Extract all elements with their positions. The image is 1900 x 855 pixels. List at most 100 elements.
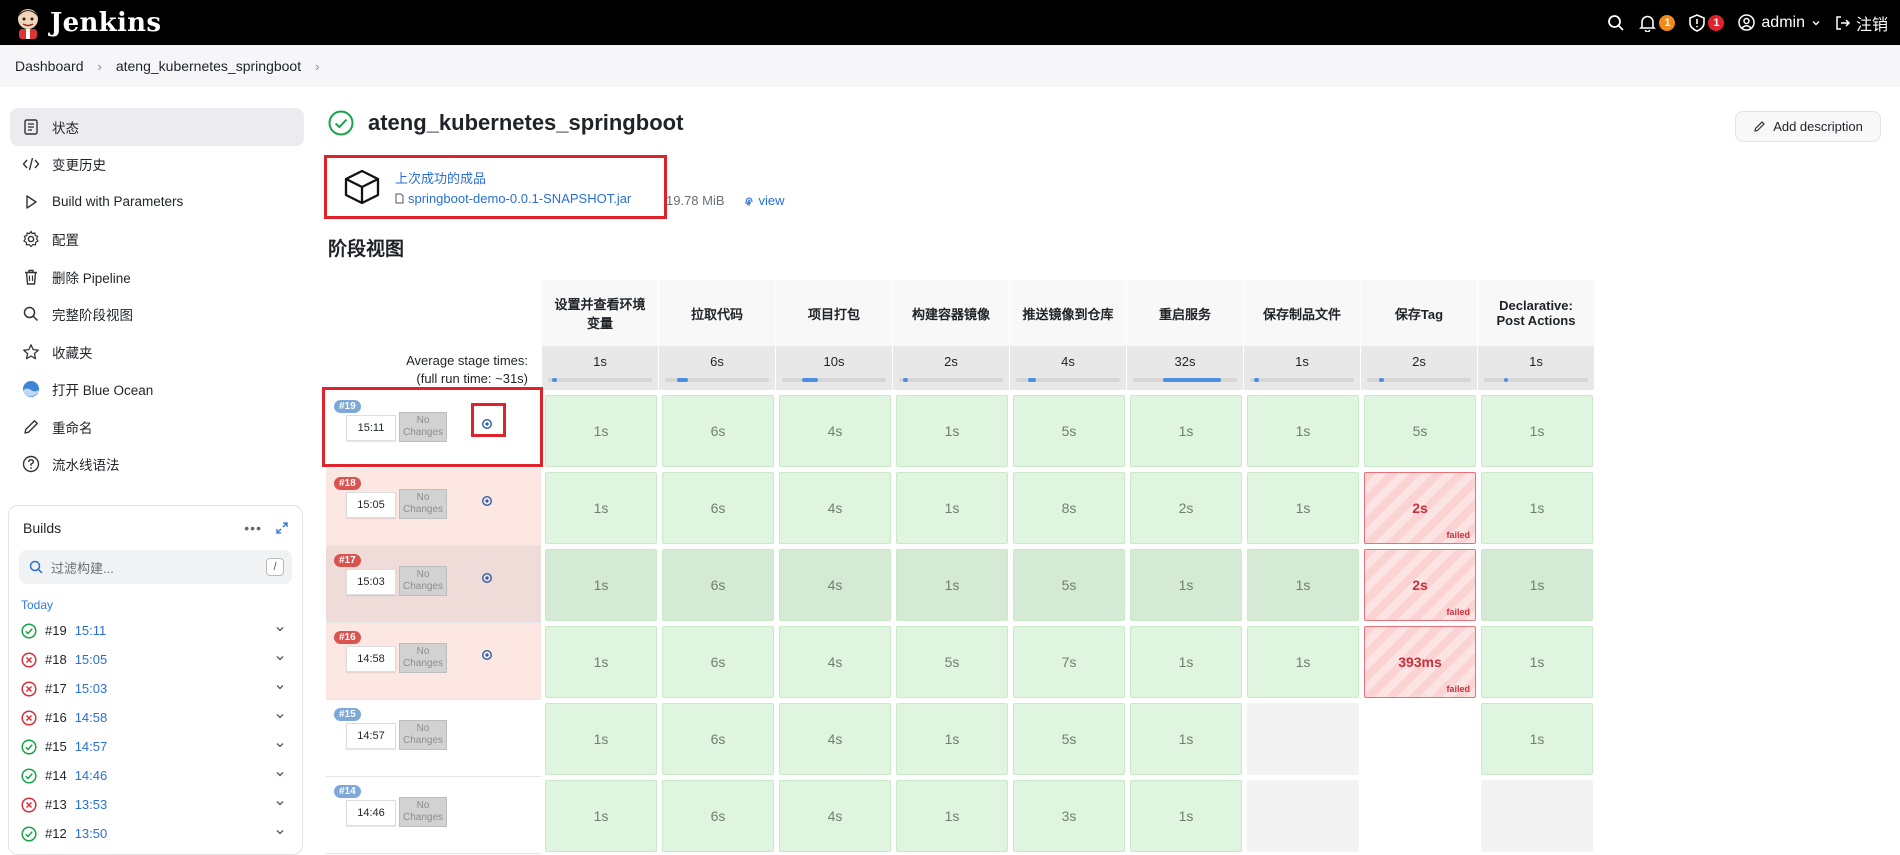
more-options-icon[interactable]: ••• [244,520,262,536]
stage-cell[interactable]: 1s [1481,472,1593,544]
stage-cell[interactable]: 1s [896,395,1008,467]
security-button[interactable]: 1 [1689,13,1725,32]
stage-cell[interactable]: 1s [1247,549,1359,621]
breadcrumb-dashboard[interactable]: Dashboard [15,58,84,74]
stage-cell[interactable]: 4s [779,703,891,775]
build-list-item[interactable]: #14 14:46 [9,761,302,790]
stage-cell[interactable]: 4s [779,395,891,467]
stage-cell[interactable]: 1s [545,626,657,698]
build-list-item[interactable]: #12 13:50 [9,819,302,848]
stage-run-row[interactable]: #15 14:57 No Changes [326,700,541,777]
stage-cell[interactable]: 1s [1481,395,1593,467]
jenkins-home-link[interactable]: Jenkins [14,7,161,39]
stage-cell[interactable]: 1s [545,549,657,621]
sidebar-item-2[interactable]: Build with Parameters [10,183,304,221]
stage-cell[interactable]: 4s [779,780,891,852]
input-required-icon[interactable] [481,572,493,584]
stage-cell[interactable]: 1s [896,780,1008,852]
builds-filter-input[interactable]: 过滤构建... / [19,550,292,584]
chevron-right-icon[interactable]: › [315,59,319,74]
stage-cell[interactable]: 1s [1130,626,1242,698]
stage-cell[interactable]: 3s [1013,780,1125,852]
stage-cell[interactable]: 1s [545,472,657,544]
user-menu[interactable]: admin [1738,14,1821,32]
search-icon[interactable] [1607,14,1625,32]
sidebar-item-4[interactable]: 删除 Pipeline [10,258,304,296]
stage-cell[interactable]: 6s [662,549,774,621]
stage-cell[interactable]: 1s [896,472,1008,544]
stage-cell[interactable]: 1s [896,549,1008,621]
stage-cell[interactable]: 1s [896,703,1008,775]
stage-run-row[interactable]: #14 14:46 No Changes [326,777,541,854]
notifications-button[interactable]: 1 [1639,14,1676,32]
stage-cell[interactable]: 6s [662,703,774,775]
stage-run-row[interactable]: #16 14:58 No Changes [326,623,541,700]
stage-cell[interactable]: 1s [1130,780,1242,852]
chevron-down-icon[interactable] [274,681,286,693]
expand-icon[interactable] [276,522,288,534]
input-required-icon[interactable] [481,495,493,507]
stage-cell[interactable]: 1s [545,703,657,775]
stage-cell[interactable]: 4s [779,549,891,621]
stage-cell[interactable]: 7s [1013,626,1125,698]
stage-cell[interactable]: 5s [896,626,1008,698]
build-list-item[interactable]: #18 15:05 [9,645,302,674]
stage-cell[interactable]: 5s [1364,395,1476,467]
artifact-file-link[interactable]: springboot-demo-0.0.1-SNAPSHOT.jar [395,191,631,206]
stage-run-row[interactable]: #18 15:05 No Changes [326,469,541,546]
stage-cell[interactable]: 1s [1247,395,1359,467]
run-build-number[interactable]: #16 [334,631,361,644]
stage-cell[interactable]: 1s [1247,472,1359,544]
run-build-number[interactable]: #15 [334,708,361,721]
stage-cell[interactable]: 1s [1481,549,1593,621]
sidebar-item-7[interactable]: 打开 Blue Ocean [10,371,304,409]
stage-cell[interactable]: 1s [1247,626,1359,698]
sidebar-item-9[interactable]: 流水线语法 [10,446,304,484]
sidebar-item-0[interactable]: 状态 [10,108,304,146]
chevron-down-icon[interactable] [274,768,286,780]
run-build-number[interactable]: #14 [334,785,361,798]
stage-cell[interactable]: 393ms failed [1364,626,1476,698]
sidebar-item-3[interactable]: 配置 [10,221,304,259]
sidebar-item-5[interactable]: 完整阶段视图 [10,296,304,334]
stage-cell[interactable]: 4s [779,472,891,544]
stage-cell[interactable]: 1s [1130,395,1242,467]
chevron-down-icon[interactable] [274,623,286,635]
chevron-down-icon[interactable] [274,710,286,722]
stage-cell[interactable]: 5s [1013,395,1125,467]
run-build-number[interactable]: #17 [334,554,361,567]
build-list-item[interactable]: #15 14:57 [9,732,302,761]
chevron-down-icon[interactable] [274,739,286,751]
stage-cell[interactable]: 1s [1481,626,1593,698]
stage-cell[interactable]: 2s failed [1364,549,1476,621]
stage-cell[interactable]: 1s [1130,703,1242,775]
stage-cell[interactable]: 1s [1130,549,1242,621]
stage-cell[interactable]: 1s [545,780,657,852]
chevron-down-icon[interactable] [274,652,286,664]
stage-cell[interactable]: 1s [1481,703,1593,775]
artifact-section-link[interactable]: 上次成功的成品 [395,168,631,187]
breadcrumb-job[interactable]: ateng_kubernetes_springboot [116,58,301,74]
input-required-icon[interactable] [481,649,493,661]
build-list-item[interactable]: #16 14:58 [9,703,302,732]
build-list-item[interactable]: #19 15:11 [9,616,302,645]
build-list-item[interactable]: #13 13:53 [9,790,302,819]
stage-cell[interactable]: 6s [662,472,774,544]
stage-cell[interactable]: 5s [1013,549,1125,621]
stage-run-row[interactable]: #17 15:03 No Changes [326,546,541,623]
sidebar-item-6[interactable]: 收藏夹 [10,333,304,371]
sidebar-item-8[interactable]: 重命名 [10,408,304,446]
artifact-view-link[interactable]: view [743,193,785,208]
build-list-item[interactable]: #17 15:03 [9,674,302,703]
chevron-down-icon[interactable] [274,826,286,838]
logout-button[interactable]: 注销 [1835,11,1888,35]
chevron-down-icon[interactable] [274,797,286,809]
stage-cell[interactable]: 6s [662,780,774,852]
stage-cell[interactable]: 2s [1130,472,1242,544]
stage-cell[interactable]: 4s [779,626,891,698]
run-build-number[interactable]: #18 [334,477,361,490]
stage-cell[interactable]: 8s [1013,472,1125,544]
stage-cell[interactable]: 5s [1013,703,1125,775]
stage-cell[interactable]: 2s failed [1364,472,1476,544]
sidebar-item-1[interactable]: 变更历史 [10,146,304,184]
